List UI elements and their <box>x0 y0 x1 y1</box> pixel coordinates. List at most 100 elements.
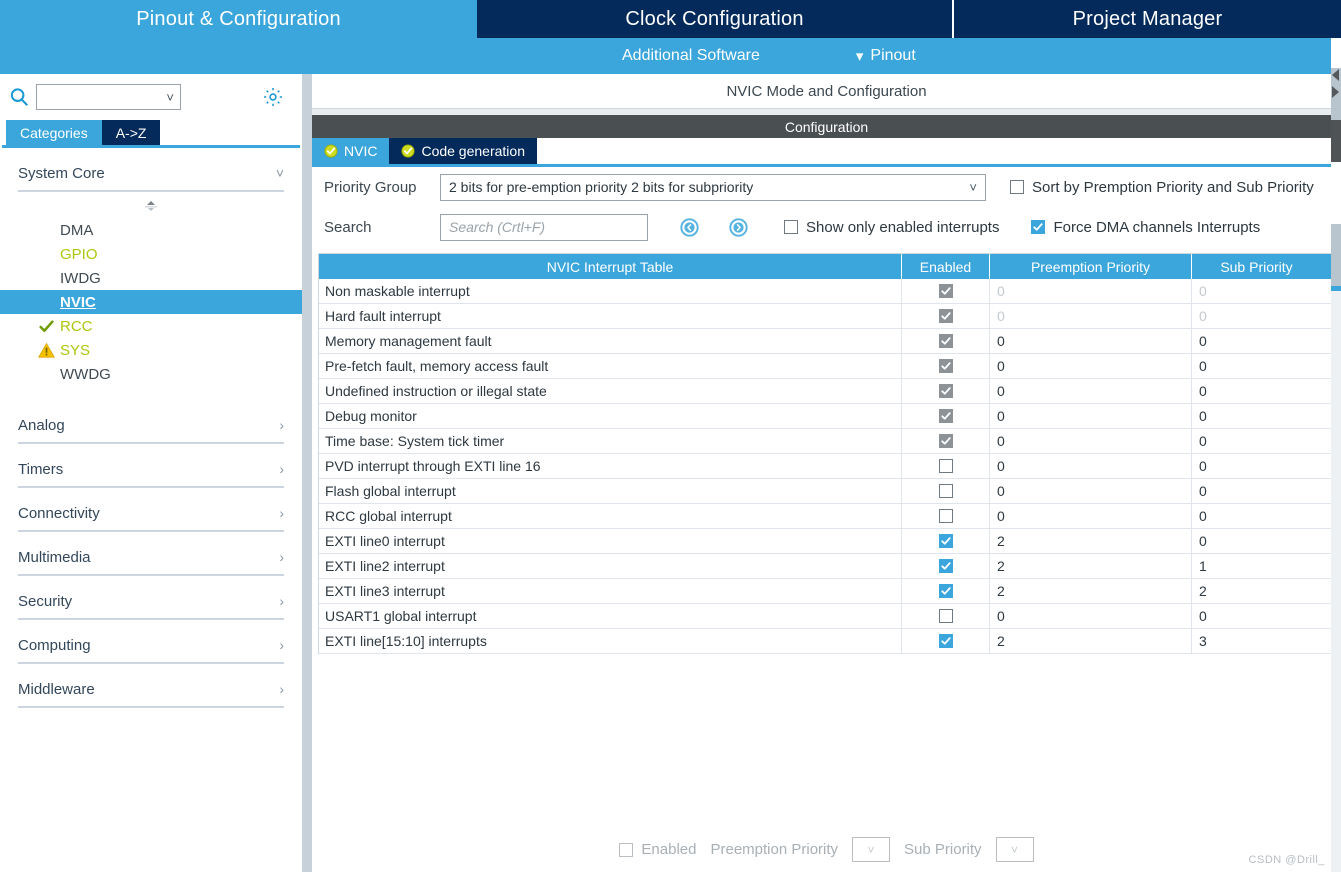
show-only-enabled-checkbox[interactable]: Show only enabled interrupts <box>784 219 999 236</box>
interrupt-enabled-cell[interactable] <box>902 329 990 353</box>
interrupt-enabled-cell[interactable] <box>902 279 990 303</box>
sub-priority-cell[interactable]: 2 <box>1192 579 1321 603</box>
preemption-priority-cell[interactable]: 0 <box>990 404 1192 428</box>
interrupt-enabled-cell[interactable] <box>902 454 990 478</box>
sub-priority-cell[interactable]: 0 <box>1192 454 1321 478</box>
footer-preemption-select[interactable]: ˅ <box>852 837 891 862</box>
sub-priority-cell[interactable]: 0 <box>1192 304 1321 328</box>
interrupt-enabled-cell[interactable] <box>902 379 990 403</box>
table-row[interactable]: Time base: System tick timer 0 0 <box>319 429 1337 454</box>
preemption-priority-cell[interactable]: 0 <box>990 304 1192 328</box>
sidebar-search-input[interactable]: ˅ <box>36 84 181 110</box>
panel-collapse-arrows-icon[interactable] <box>1330 68 1340 102</box>
interrupt-search-input[interactable]: Search (Crtl+F) <box>440 213 648 241</box>
preemption-priority-cell[interactable]: 0 <box>990 354 1192 378</box>
preemption-priority-cell[interactable]: 0 <box>990 379 1192 403</box>
interrupt-enabled-cell[interactable] <box>902 404 990 428</box>
sub-priority-cell[interactable]: 0 <box>1192 279 1321 303</box>
sort-by-priority-checkbox[interactable]: Sort by Premption Priority and Sub Prior… <box>1010 179 1314 196</box>
interrupt-enabled-cell[interactable] <box>902 554 990 578</box>
column-header-enabled[interactable]: Enabled <box>902 254 990 279</box>
sub-priority-cell[interactable]: 0 <box>1192 354 1321 378</box>
preemption-priority-cell[interactable]: 0 <box>990 504 1192 528</box>
column-header-preemption[interactable]: Preemption Priority <box>990 254 1192 279</box>
column-header-sub[interactable]: Sub Priority <box>1192 254 1321 279</box>
interrupt-enabled-cell[interactable] <box>902 629 990 653</box>
sidebar-splitter[interactable] <box>303 74 312 872</box>
tab-nvic[interactable]: NVIC <box>312 138 390 164</box>
preemption-priority-cell[interactable]: 0 <box>990 329 1192 353</box>
sub-priority-cell[interactable]: 0 <box>1192 429 1321 453</box>
sidebar-scroll-area[interactable]: System Core ˅ DMA GPIO IWDG NVIC RCC SYS… <box>0 148 302 872</box>
peripheral-item-dma[interactable]: DMA <box>18 218 284 242</box>
preemption-priority-cell[interactable]: 0 <box>990 479 1192 503</box>
interrupt-enabled-cell[interactable] <box>902 304 990 328</box>
search-icon[interactable] <box>8 86 30 108</box>
peripheral-item-sys[interactable]: SYS <box>18 338 284 362</box>
peripheral-item-wwdg[interactable]: WWDG <box>18 362 284 386</box>
sidebar-category-multimedia[interactable]: Multimedia › <box>18 540 284 576</box>
sidebar-category-analog[interactable]: Analog › <box>18 408 284 444</box>
scroll-up-indicator[interactable] <box>18 192 284 216</box>
table-row[interactable]: EXTI line0 interrupt 2 0 <box>319 529 1337 554</box>
peripheral-item-iwdg[interactable]: IWDG <box>18 266 284 290</box>
sub-priority-cell[interactable]: 0 <box>1192 404 1321 428</box>
sidebar-category-timers[interactable]: Timers › <box>18 452 284 488</box>
table-row[interactable]: Hard fault interrupt 0 0 <box>319 304 1337 329</box>
sub-priority-cell[interactable]: 0 <box>1192 379 1321 403</box>
table-row[interactable]: EXTI line2 interrupt 2 1 <box>319 554 1337 579</box>
interrupt-enabled-cell[interactable] <box>902 354 990 378</box>
table-row[interactable]: Memory management fault 0 0 <box>319 329 1337 354</box>
peripheral-item-gpio[interactable]: GPIO <box>18 242 284 266</box>
tab-project-manager[interactable]: Project Manager <box>954 0 1341 38</box>
preemption-priority-cell[interactable]: 2 <box>990 579 1192 603</box>
sub-priority-cell[interactable]: 0 <box>1192 329 1321 353</box>
table-row[interactable]: Flash global interrupt 0 0 <box>319 479 1337 504</box>
priority-group-select[interactable]: 2 bits for pre-emption priority 2 bits f… <box>440 173 986 201</box>
tab-categories[interactable]: Categories <box>6 120 102 145</box>
sub-priority-cell[interactable]: 0 <box>1192 529 1321 553</box>
circle-left-arrow-icon[interactable] <box>680 217 699 237</box>
sidebar-category-middleware[interactable]: Middleware › <box>18 672 284 708</box>
table-row[interactable]: PVD interrupt through EXTI line 16 0 0 <box>319 454 1337 479</box>
additional-software-button[interactable]: Additional Software <box>622 47 760 65</box>
force-dma-checkbox[interactable]: Force DMA channels Interrupts <box>1031 219 1260 236</box>
sidebar-category-computing[interactable]: Computing › <box>18 628 284 664</box>
sub-priority-cell[interactable]: 1 <box>1192 554 1321 578</box>
circle-right-arrow-icon[interactable] <box>729 217 748 237</box>
interrupt-enabled-cell[interactable] <box>902 529 990 553</box>
column-header-name[interactable]: NVIC Interrupt Table <box>319 254 902 279</box>
interrupt-enabled-cell[interactable] <box>902 429 990 453</box>
preemption-priority-cell[interactable]: 2 <box>990 629 1192 653</box>
interrupt-enabled-cell[interactable] <box>902 504 990 528</box>
table-row[interactable]: RCC global interrupt 0 0 <box>319 504 1337 529</box>
tab-clock-configuration[interactable]: Clock Configuration <box>477 0 954 38</box>
table-row[interactable]: Pre-fetch fault, memory access fault 0 0 <box>319 354 1337 379</box>
interrupt-enabled-cell[interactable] <box>902 579 990 603</box>
preemption-priority-cell[interactable]: 0 <box>990 604 1192 628</box>
tab-code-generation[interactable]: Code generation <box>389 138 537 164</box>
gear-icon[interactable] <box>262 86 284 108</box>
right-scrollbar-thumb[interactable] <box>1331 120 1341 162</box>
table-row[interactable]: EXTI line3 interrupt 2 2 <box>319 579 1337 604</box>
preemption-priority-cell[interactable]: 0 <box>990 429 1192 453</box>
table-row[interactable]: Undefined instruction or illegal state 0 0 <box>319 379 1337 404</box>
sub-priority-cell[interactable]: 0 <box>1192 479 1321 503</box>
sidebar-category-system-core[interactable]: System Core ˅ <box>18 156 284 192</box>
peripheral-item-nvic[interactable]: NVIC <box>0 290 302 314</box>
footer-sub-select[interactable]: ˅ <box>995 837 1034 862</box>
table-row[interactable]: Non maskable interrupt 0 0 <box>319 279 1337 304</box>
pinout-menu-button[interactable]: ▾ Pinout <box>856 47 916 65</box>
interrupt-enabled-cell[interactable] <box>902 479 990 503</box>
table-row[interactable]: Debug monitor 0 0 <box>319 404 1337 429</box>
preemption-priority-cell[interactable]: 0 <box>990 279 1192 303</box>
table-row[interactable]: EXTI line[15:10] interrupts 2 3 <box>319 629 1337 654</box>
sidebar-category-security[interactable]: Security › <box>18 584 284 620</box>
tab-a-to-z[interactable]: A->Z <box>101 120 161 145</box>
preemption-priority-cell[interactable]: 0 <box>990 454 1192 478</box>
interrupt-enabled-cell[interactable] <box>902 604 990 628</box>
tab-pinout-configuration[interactable]: Pinout & Configuration <box>0 0 477 38</box>
preemption-priority-cell[interactable]: 2 <box>990 554 1192 578</box>
sub-priority-cell[interactable]: 3 <box>1192 629 1321 653</box>
sub-priority-cell[interactable]: 0 <box>1192 604 1321 628</box>
